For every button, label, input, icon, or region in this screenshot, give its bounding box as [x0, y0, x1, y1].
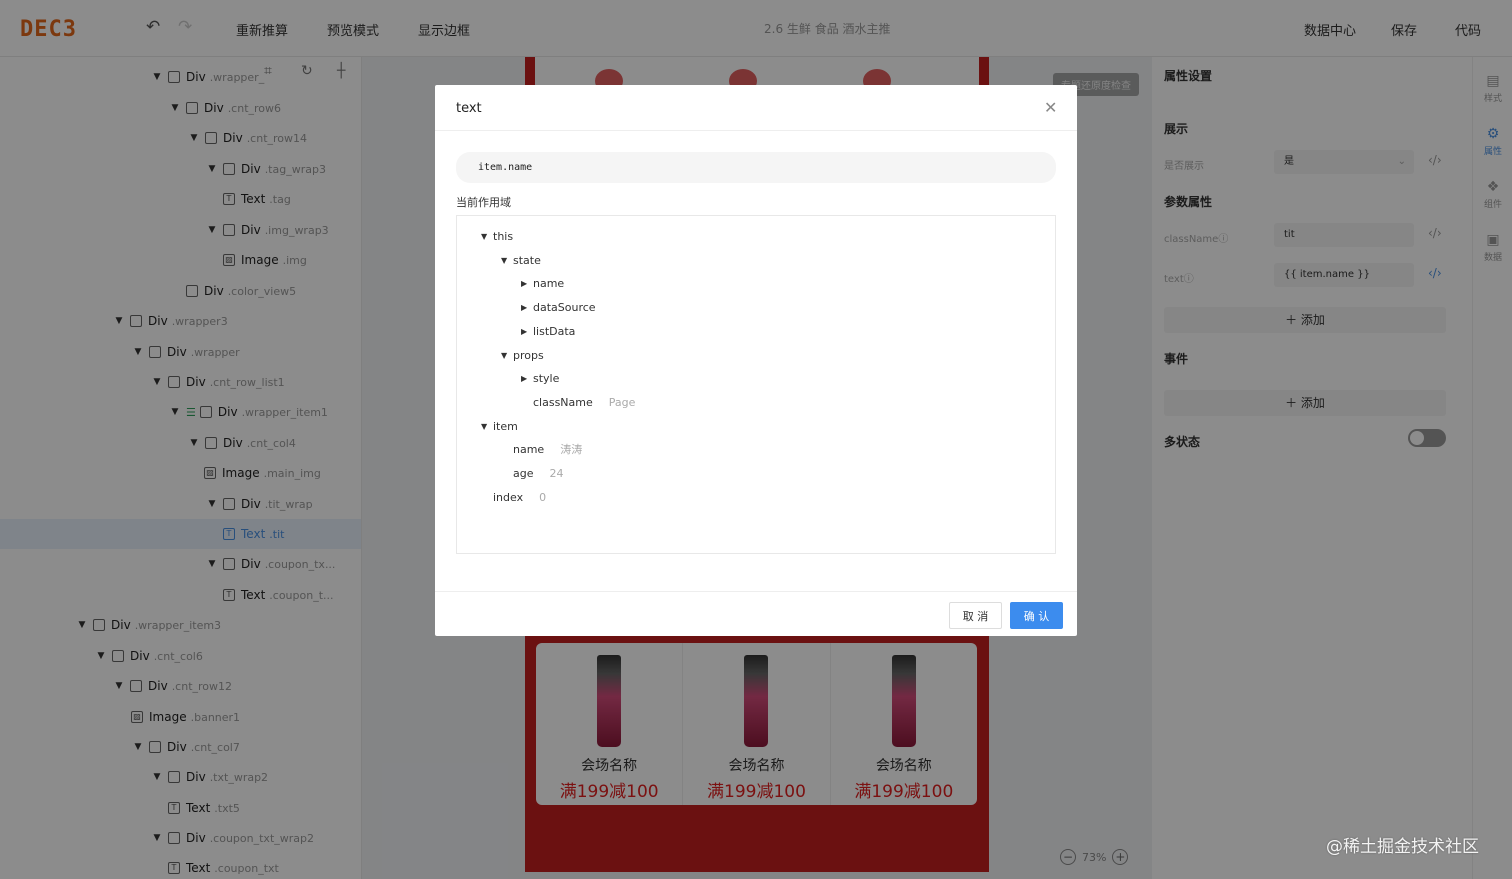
scope-leaf[interactable]: name 涛涛 [513, 439, 582, 459]
expression-dialog: text ✕ 当前作用域 ▼ this ▼ state ▶ name ▶ dataSou… [435, 85, 1077, 636]
scope-leaf[interactable]: index 0 [493, 487, 546, 507]
scope-node[interactable]: ▶ listData [521, 321, 575, 341]
scope-key: className [533, 395, 593, 409]
scope-leaf[interactable]: age 24 [513, 463, 564, 483]
caret-right-icon: ▶ [521, 278, 528, 288]
scope-key: dataSource [533, 300, 596, 314]
scope-key: this [493, 229, 514, 243]
caret-right-icon: ▶ [521, 373, 528, 383]
expression-input[interactable] [456, 152, 1056, 183]
scope-key: index [493, 490, 524, 504]
scope-node[interactable]: ▼ item [481, 416, 518, 436]
dialog-footer: 取 消 确 认 [435, 591, 1077, 636]
cancel-button[interactable]: 取 消 [949, 602, 1002, 629]
scope-key: style [533, 371, 560, 385]
watermark: @稀土掘金技术社区 [1326, 837, 1479, 857]
scope-label: 当前作用域 [456, 196, 511, 209]
caret-right-icon: ▶ [521, 326, 528, 336]
scope-node[interactable]: ▼ this [481, 226, 513, 246]
scope-key: listData [533, 324, 576, 338]
scope-tree: ▼ this ▼ state ▶ name ▶ dataSource ▶ listData… [456, 215, 1056, 554]
scope-node[interactable]: ▶ name [521, 273, 564, 293]
scope-value: Page [608, 395, 636, 409]
scope-key: state [513, 253, 541, 267]
close-icon[interactable]: ✕ [1044, 98, 1057, 117]
scope-key: props [513, 348, 544, 362]
caret-down-icon: ▼ [481, 421, 488, 431]
scope-key: item [493, 419, 518, 433]
scope-node[interactable]: ▼ state [501, 250, 541, 270]
scope-key: name [533, 276, 565, 290]
scope-value: 24 [549, 466, 564, 480]
scope-node[interactable]: ▶ style [521, 368, 559, 388]
scope-value: 0 [539, 490, 547, 504]
dialog-title: text [456, 101, 482, 116]
caret-right-icon: ▶ [521, 302, 528, 312]
scope-leaf[interactable]: className Page [533, 392, 635, 412]
caret-down-icon: ▼ [481, 231, 488, 241]
scope-value: 涛涛 [560, 443, 583, 456]
caret-down-icon: ▼ [501, 350, 508, 360]
scope-node[interactable]: ▶ dataSource [521, 297, 596, 317]
scope-key: name [513, 442, 545, 456]
scope-key: age [513, 466, 534, 480]
scope-node[interactable]: ▼ props [501, 345, 544, 365]
confirm-button[interactable]: 确 认 [1010, 602, 1063, 629]
dialog-header: text ✕ [435, 85, 1077, 131]
caret-down-icon: ▼ [501, 255, 508, 265]
